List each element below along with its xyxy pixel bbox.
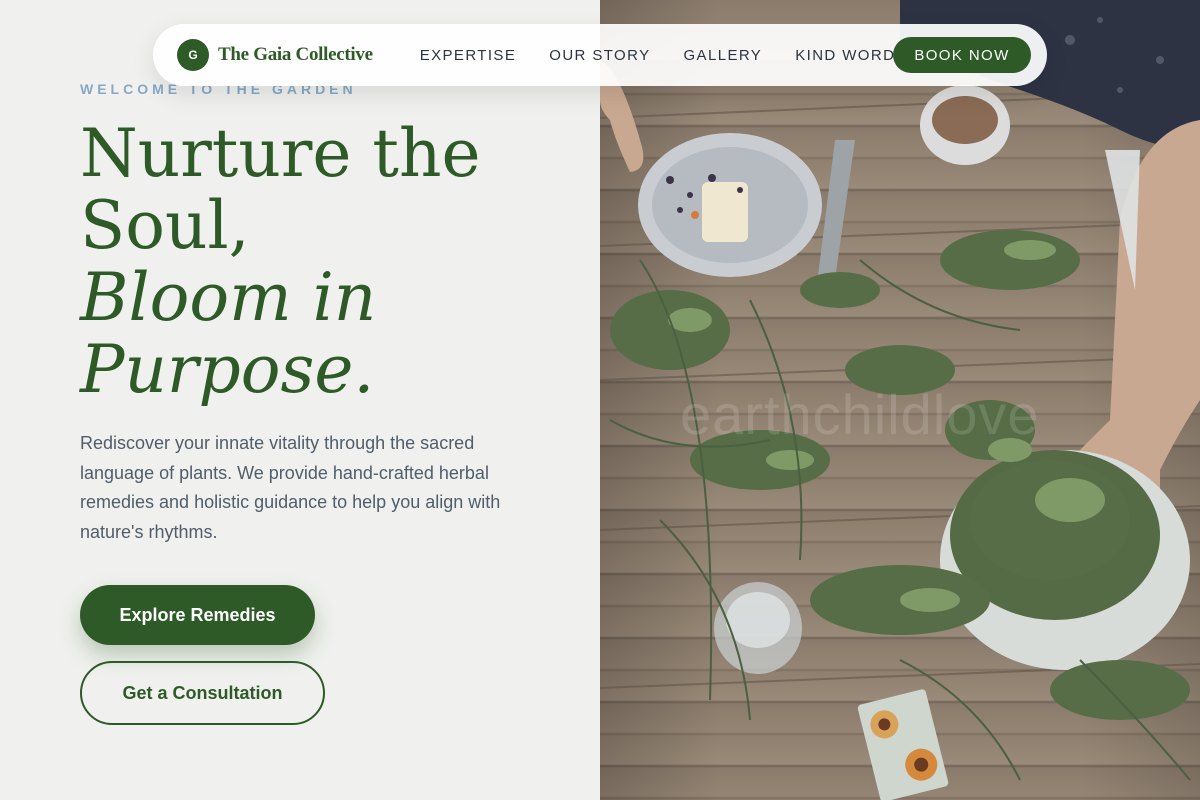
headline-line-1: Nurture the bbox=[80, 115, 481, 192]
hero-section: WELCOME TO THE GARDEN Nurture the Soul, … bbox=[0, 0, 600, 800]
headline-line-3: Bloom in bbox=[80, 259, 377, 336]
headline-line-4: Purpose. bbox=[80, 331, 375, 408]
nav-links: EXPERTISE OUR STORY GALLERY KIND WORDS bbox=[420, 47, 907, 64]
top-navbar: G The Gaia Collective EXPERTISE OUR STOR… bbox=[153, 24, 1047, 86]
get-consultation-button[interactable]: Get a Consultation bbox=[80, 661, 325, 725]
brand-mark-icon: G bbox=[177, 39, 209, 71]
brand-name: The Gaia Collective bbox=[218, 44, 373, 65]
brand-logo[interactable]: G The Gaia Collective bbox=[177, 39, 373, 71]
photo-watermark: earthchildlove bbox=[680, 383, 1040, 446]
nav-link-our-story[interactable]: OUR STORY bbox=[549, 47, 650, 64]
book-now-button[interactable]: BOOK NOW bbox=[893, 37, 1031, 73]
nav-link-expertise[interactable]: EXPERTISE bbox=[420, 47, 517, 64]
hero-lead-paragraph: Rediscover your innate vitality through … bbox=[80, 433, 501, 542]
nav-link-kind-words[interactable]: KIND WORDS bbox=[795, 47, 907, 64]
headline-line-2: Soul, bbox=[80, 187, 250, 264]
hero-headline: Nurture the Soul, Bloom in Purpose. bbox=[80, 118, 580, 406]
nav-link-gallery[interactable]: GALLERY bbox=[683, 47, 762, 64]
explore-remedies-button[interactable]: Explore Remedies bbox=[80, 585, 315, 645]
